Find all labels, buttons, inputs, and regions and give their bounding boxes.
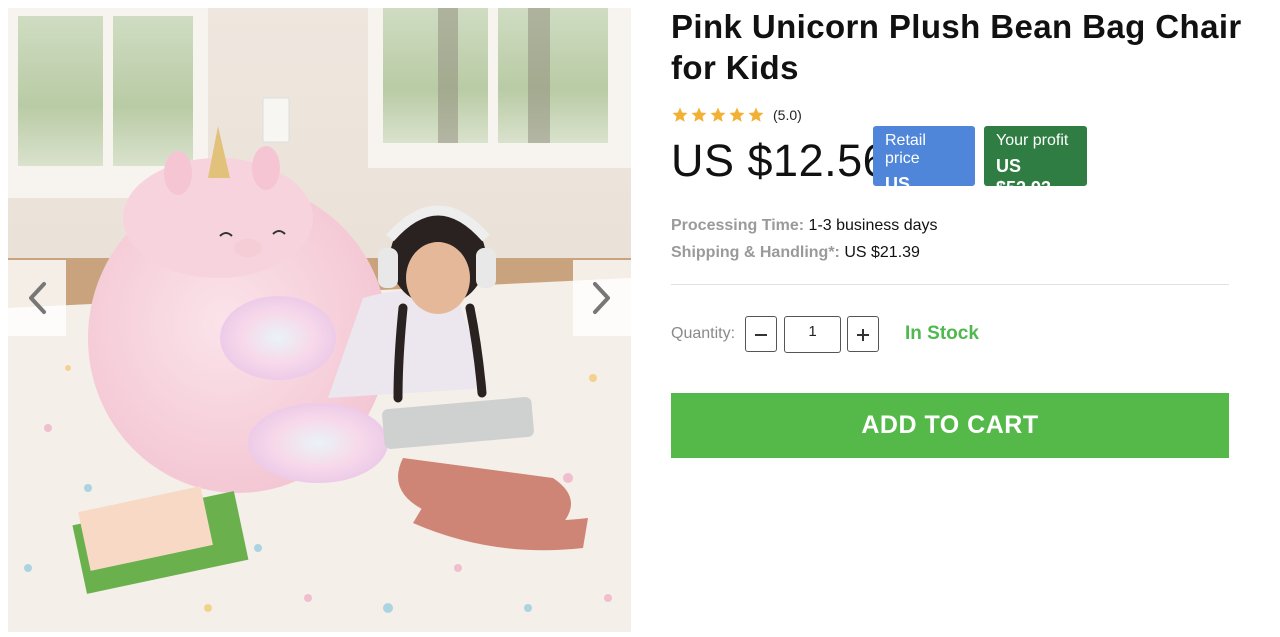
processing-time-label: Processing Time:: [671, 217, 805, 234]
shipping-label: Shipping & Handling*:: [671, 244, 840, 261]
plus-icon: [857, 329, 869, 341]
quantity-label: Quantity:: [671, 325, 736, 342]
chevron-right-icon: [593, 282, 610, 314]
star-icon: [691, 107, 707, 122]
profit-value: US $52.93: [996, 156, 1052, 198]
processing-time: Processing Time: 1-3 business days: [671, 217, 938, 235]
star-icon: [672, 107, 688, 122]
rating-stars: [671, 106, 765, 124]
product-title: Pink Unicorn Plush Bean Bag Chair for Ki…: [671, 8, 1242, 86]
retail-price-badge: Retail price US $65.49: [873, 126, 975, 216]
product-rating: (5.0): [671, 106, 802, 124]
profit-badge: Your profit US $52.93: [984, 126, 1087, 198]
profit-label: Your profit: [996, 132, 1069, 149]
shipping-handling: Shipping & Handling*: US $21.39: [671, 244, 920, 262]
retail-price-value: US $65.49: [885, 174, 941, 216]
minus-icon: [755, 334, 767, 336]
retail-price-label: Retail price: [885, 132, 926, 167]
product-image-gallery: [8, 8, 631, 632]
star-icon: [748, 107, 764, 122]
star-icon: [710, 107, 726, 122]
product-photo: [8, 8, 631, 632]
gallery-next-button[interactable]: [573, 260, 631, 336]
gallery-prev-button[interactable]: [8, 260, 66, 336]
rating-value: (5.0): [773, 107, 802, 123]
quantity-increase-button[interactable]: [847, 316, 879, 352]
processing-time-value: 1-3 business days: [808, 217, 938, 234]
chevron-left-icon: [29, 282, 46, 314]
shipping-value: US $21.39: [844, 244, 920, 261]
add-to-cart-button[interactable]: ADD TO CART: [671, 393, 1229, 458]
quantity-decrease-button[interactable]: [745, 316, 777, 352]
quantity-input[interactable]: [784, 316, 841, 353]
stock-status: In Stock: [905, 323, 979, 344]
divider: [671, 284, 1229, 285]
product-price: US $12.56: [671, 135, 889, 186]
star-icon: [729, 107, 745, 122]
